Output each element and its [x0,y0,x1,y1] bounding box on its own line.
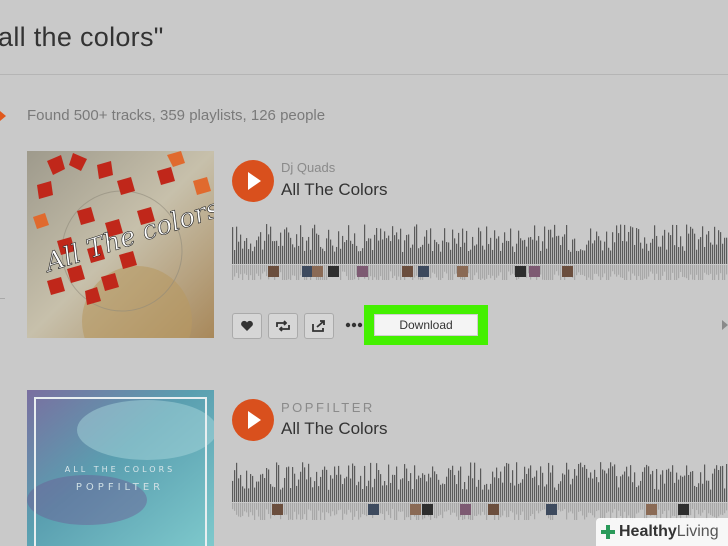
orange-arrow-icon [0,111,6,121]
track-1-title[interactable]: All The Colors [281,180,387,200]
download-button[interactable]: Download [374,314,478,336]
healthy-living-watermark: HealthyLiving [596,518,728,546]
watermark-brand: Healthy [619,523,677,540]
watermark-brand-light: Living [676,523,719,540]
track-2-artist[interactable]: POPFILTER [281,400,375,415]
track-2-art-text: ALL THE COLORS [65,465,175,474]
side-tick [0,298,5,299]
share-button[interactable] [304,313,334,339]
results-summary: Found 500+ tracks, 359 playlists, 126 pe… [27,107,326,124]
repost-button[interactable] [268,313,298,339]
track-1-artwork[interactable]: All The colors [27,151,214,338]
header-divider [0,74,728,75]
repost-icon [276,320,290,332]
search-heading: all the colors" [0,22,164,52]
track-1-waveform[interactable] [232,214,728,280]
track-2-title[interactable]: All The Colors [281,419,387,439]
share-icon [312,320,325,332]
cross-logo-icon [601,525,615,539]
track-2-artwork[interactable]: ALL THE COLORS POPFILTER [27,390,214,546]
track-2-waveform[interactable] [232,452,728,520]
like-button[interactable] [232,313,262,339]
heart-icon [241,320,253,331]
more-icon [345,322,363,328]
right-chevron-icon[interactable] [722,320,728,330]
track-2-play-button[interactable] [232,399,274,441]
track-1-artist[interactable]: Dj Quads [281,160,335,175]
track-2-art-subtext: POPFILTER [76,482,164,493]
track-1-play-button[interactable] [232,160,274,202]
